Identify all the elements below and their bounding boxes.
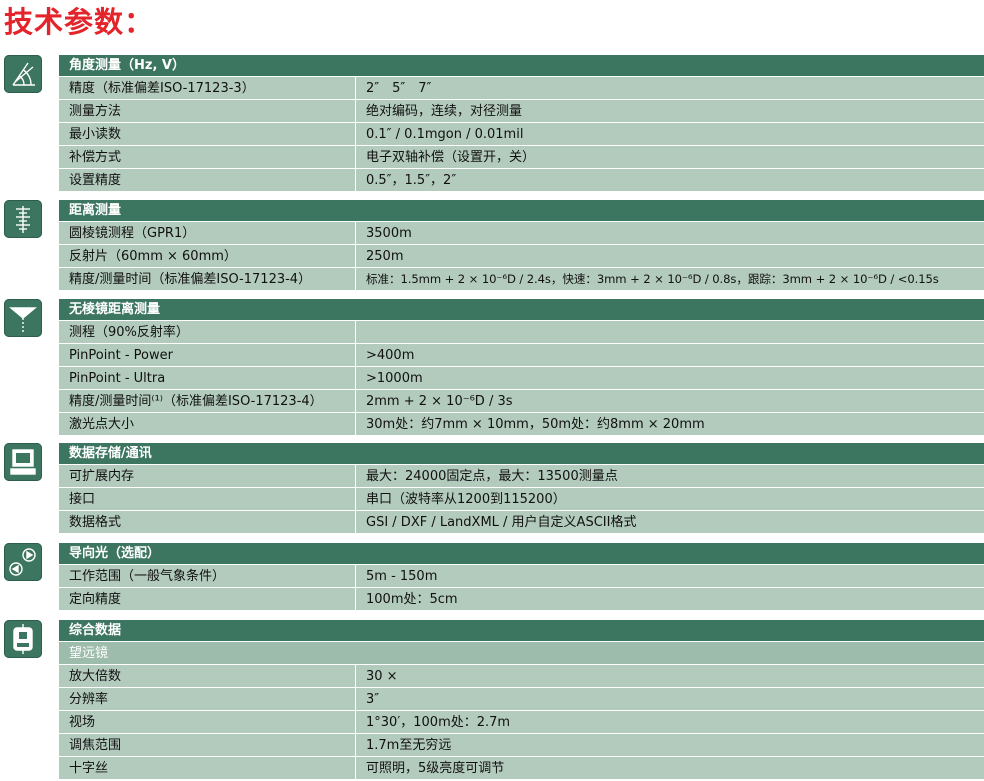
distance-measurement-icon: [4, 200, 42, 238]
row-label: 定向精度: [59, 588, 356, 610]
table-row: 十字丝 可照明，5级亮度可调节: [59, 757, 984, 780]
row-label: 视场: [59, 711, 356, 733]
row-label: 可扩展内存: [59, 465, 356, 487]
row-value: 2mm + 2 × 10⁻⁶D / 3s: [366, 394, 513, 409]
table-row: 工作范围（一般气象条件） 5m - 150m: [59, 565, 984, 588]
row-value: >400m: [366, 348, 415, 363]
table-row: 补偿方式 电子双轴补偿（设置开，关）: [59, 146, 984, 169]
table-row: 精度/测量时间⁽¹⁾（标准偏差ISO-17123-4） 2mm + 2 × 10⁻…: [59, 390, 984, 413]
row-label: 十字丝: [59, 757, 356, 779]
general-data-table: 综合数据 望远镜 放大倍数 30 × 分辨率 3″ 视场 1°30′，100m处：2.…: [59, 620, 984, 780]
row-value: 0.1″ / 0.1mgon / 0.01mil: [366, 127, 524, 142]
angle-measurement-icon: [4, 55, 42, 93]
row-value: 3″: [366, 692, 380, 707]
row-label: 工作范围（一般气象条件）: [59, 565, 356, 587]
row-value: 1.7m至无穷远: [366, 738, 452, 753]
distance-measurement-table: 距离测量 圆棱镜测程（GPR1） 3500m 反射片（60mm × 60mm） 25…: [59, 200, 984, 291]
row-label: 激光点大小: [59, 413, 356, 435]
row-value: GSI / DXF / LandXML / 用户自定义ASCII格式: [366, 515, 637, 530]
row-value: 30 ×: [366, 669, 398, 684]
row-label: 调焦范围: [59, 734, 356, 756]
table-row: 激光点大小 30m处：约7mm × 10mm，50m处：约8mm × 20mm: [59, 413, 984, 436]
table-row: 调焦范围 1.7m至无穷远: [59, 734, 984, 757]
row-value: >1000m: [366, 371, 423, 386]
table-row: 接口 串口（波特率从1200到115200）: [59, 488, 984, 511]
row-label: 数据格式: [59, 511, 356, 533]
table-row: 反射片（60mm × 60mm） 250m: [59, 245, 984, 268]
row-label: 补偿方式: [59, 146, 356, 168]
reflectorless-measurement-table: 无棱镜距离测量 测程（90%反射率） PinPoint - Power >400m…: [59, 299, 984, 436]
table-row: 测量方法 绝对编码，连续，对径测量: [59, 100, 984, 123]
row-value: 250m: [366, 249, 404, 264]
total-station-icon: [4, 620, 42, 658]
table-row: 可扩展内存 最大：24000固定点，最大：13500测量点: [59, 465, 984, 488]
row-label: 精度/测量时间⁽¹⁾（标准偏差ISO-17123-4）: [59, 390, 356, 412]
table-subheader-row: 测程（90%反射率）: [59, 321, 984, 344]
table-row: PinPoint - Ultra >1000m: [59, 367, 984, 390]
row-value: 电子双轴补偿（设置开，关）: [366, 150, 536, 165]
row-value: 0.5″，1.5″，2″: [366, 173, 457, 188]
row-label: 反射片（60mm × 60mm）: [59, 245, 356, 267]
table-row: 定向精度 100m处：5cm: [59, 588, 984, 611]
row-value: [356, 321, 984, 343]
computer-monitor-icon: [4, 443, 42, 481]
section-header: 综合数据: [59, 620, 984, 642]
row-label: 最小读数: [59, 123, 356, 145]
page-title: 技术参数：: [4, 5, 155, 39]
row-value: 100m处：5cm: [366, 592, 458, 607]
table-row: PinPoint - Power >400m: [59, 344, 984, 367]
row-value: 串口（波特率从1200到115200）: [366, 492, 566, 507]
section-subheader: 望远镜: [59, 642, 984, 665]
row-label: 精度（标准偏差ISO-17123-3）: [59, 77, 356, 99]
row-label: 精度/测量时间（标准偏差ISO-17123-4）: [59, 268, 356, 290]
table-row: 精度（标准偏差ISO-17123-3） 2″ 5″ 7″: [59, 77, 984, 100]
row-value: 3500m: [366, 226, 412, 241]
row-label: 接口: [59, 488, 356, 510]
row-label: 测程（90%反射率）: [59, 321, 356, 343]
table-row: 放大倍数 30 ×: [59, 665, 984, 688]
row-label: PinPoint - Power: [59, 344, 356, 366]
row-value: 可照明，5级亮度可调节: [366, 761, 505, 776]
table-row: 精度/测量时间（标准偏差ISO-17123-4） 标准：1.5mm + 2 × 1…: [59, 268, 984, 291]
table-row: 圆棱镜测程（GPR1） 3500m: [59, 222, 984, 245]
table-row: 数据格式 GSI / DXF / LandXML / 用户自定义ASCII格式: [59, 511, 984, 534]
row-value: 1°30′，100m处：2.7m: [366, 715, 511, 730]
section-header: 角度测量（Hz, V）: [59, 55, 984, 77]
row-label: 测量方法: [59, 100, 356, 122]
row-label: 设置精度: [59, 169, 356, 191]
row-label: 放大倍数: [59, 665, 356, 687]
section-header: 导向光（选配）: [59, 543, 984, 565]
row-label: 圆棱镜测程（GPR1）: [59, 222, 356, 244]
row-value: 2″ 5″ 7″: [366, 81, 432, 96]
table-row: 最小读数 0.1″ / 0.1mgon / 0.01mil: [59, 123, 984, 146]
data-storage-table: 数据存储/通讯 可扩展内存 最大：24000固定点，最大：13500测量点 接口串…: [59, 443, 984, 534]
row-value: 5m - 150m: [366, 569, 438, 584]
table-row: 设置精度 0.5″，1.5″，2″: [59, 169, 984, 192]
angle-measurement-table: 角度测量（Hz, V） 精度（标准偏差ISO-17123-3） 2″ 5″ 7″ …: [59, 55, 984, 192]
row-value: 标准：1.5mm + 2 × 10⁻⁶D / 2.4s，快速：3mm + 2 ×…: [366, 272, 939, 286]
table-row: 视场 1°30′，100m处：2.7m: [59, 711, 984, 734]
row-value: 绝对编码，连续，对径测量: [366, 104, 523, 119]
guide-light-table: 导向光（选配） 工作范围（一般气象条件） 5m - 150m 定向精度 100m处：…: [59, 543, 984, 611]
row-label: 分辨率: [59, 688, 356, 710]
row-label: PinPoint - Ultra: [59, 367, 356, 389]
section-header: 距离测量: [59, 200, 984, 222]
section-header: 无棱镜距离测量: [59, 299, 984, 321]
row-value: 最大：24000固定点，最大：13500测量点: [366, 469, 618, 484]
row-value: 30m处：约7mm × 10mm，50m处：约8mm × 20mm: [366, 417, 705, 432]
section-header: 数据存储/通讯: [59, 443, 984, 465]
reflectorless-laser-icon: [4, 299, 42, 337]
guide-light-icon: [4, 543, 42, 581]
table-row: 分辨率 3″: [59, 688, 984, 711]
